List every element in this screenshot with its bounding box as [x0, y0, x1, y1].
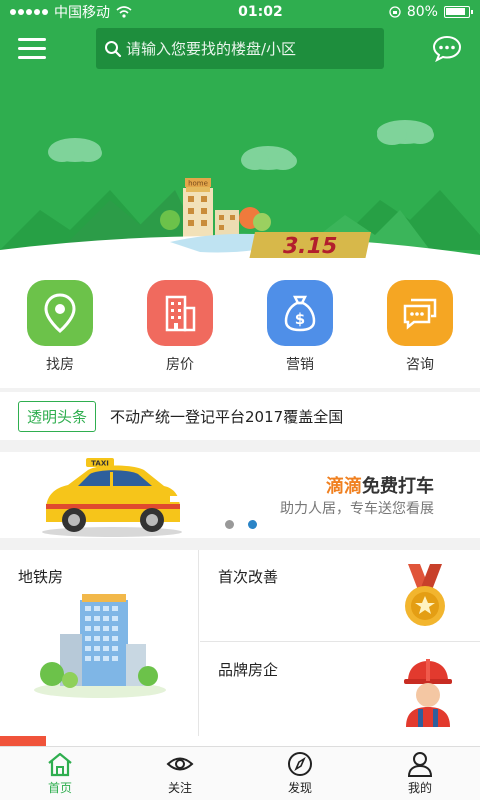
tab-home[interactable]: 首页 — [0, 747, 120, 800]
svg-text:$: $ — [295, 310, 305, 328]
location-pin-icon — [27, 280, 93, 346]
app-screen: home 3.15 中国移动 01:02 80% 请输入您要找的楼盘/小区 找房… — [0, 0, 480, 800]
tab-label: 我的 — [407, 781, 432, 795]
quick-link-label: 找房 — [46, 357, 74, 373]
bottom-tab-bar: 首页 关注 发现 我的 — [0, 746, 480, 800]
person-icon — [407, 752, 433, 777]
message-icon[interactable] — [432, 34, 462, 62]
quick-link-marketing[interactable]: $ 营销 — [240, 270, 360, 388]
worker-icon — [404, 659, 452, 727]
quick-links: 找房 房价 $ 营销 咨询 — [0, 270, 480, 388]
building-icon — [147, 280, 213, 346]
quick-link-label: 营销 — [286, 357, 314, 373]
clock: 01:02 — [238, 4, 283, 20]
quick-link-label: 房价 — [166, 357, 194, 373]
search-placeholder: 请输入您要找的楼盘/小区 — [126, 40, 297, 58]
headline-text: 不动产统一登记平台2017覆盖全国 — [110, 407, 344, 426]
battery-percent: 80% — [406, 4, 438, 20]
next-section-peek — [0, 736, 480, 746]
banner-subtitle: 助力人居，专车送您看展 — [280, 501, 434, 517]
pager-dot-active[interactable] — [248, 520, 257, 529]
money-bag-icon: $ — [267, 280, 333, 346]
home-icon — [48, 752, 72, 777]
status-bar: 中国移动 01:02 80% — [0, 0, 480, 24]
quick-link-house-price[interactable]: 房价 — [120, 270, 240, 388]
taxi-illustration: TAXI — [42, 458, 182, 537]
search-icon — [105, 40, 122, 57]
quick-link-label: 咨询 — [406, 357, 434, 373]
promo-315-text: 3.15 — [280, 233, 340, 259]
signal-icon — [10, 9, 48, 15]
news-headline[interactable]: 透明头条 不动产统一登记平台2017覆盖全国 — [0, 392, 480, 440]
tab-mine[interactable]: 我的 — [360, 747, 480, 800]
tab-discover[interactable]: 发现 — [240, 747, 360, 800]
quick-link-find-house[interactable]: 找房 — [0, 270, 120, 388]
eye-icon — [166, 757, 194, 771]
wifi-icon — [116, 6, 132, 18]
hero-illustration: home 3.15 — [0, 120, 480, 270]
home-sign: home — [188, 180, 208, 188]
taxi-sign: TAXI — [91, 460, 109, 468]
menu-icon[interactable] — [18, 38, 46, 60]
feature-brand-developer[interactable]: 品牌房企 — [200, 643, 480, 736]
carrier-name: 中国移动 — [54, 5, 110, 21]
battery-icon — [443, 6, 473, 18]
banner-title-highlight: 滴滴 — [326, 476, 362, 497]
building-illustration-icon — [34, 594, 166, 698]
feature-label: 地铁房 — [18, 568, 64, 586]
feature-grid: 地铁房 首次改善 品牌房企 — [0, 550, 480, 736]
rotation-lock-icon — [389, 6, 401, 18]
feature-first-improvement[interactable]: 首次改善 — [200, 550, 480, 642]
feature-label: 首次改善 — [218, 568, 279, 586]
tab-follow[interactable]: 关注 — [120, 747, 240, 800]
top-nav: 请输入您要找的楼盘/小区 — [0, 26, 480, 72]
medal-icon — [405, 564, 445, 626]
feature-metro-house[interactable]: 地铁房 — [0, 550, 199, 736]
compass-icon — [288, 752, 312, 776]
section-flag — [0, 736, 46, 746]
tab-label: 关注 — [167, 781, 192, 795]
tab-label: 发现 — [287, 781, 312, 795]
banner-title: 滴滴免费打车 — [326, 472, 434, 498]
quick-link-consult[interactable]: 咨询 — [360, 270, 480, 388]
search-input[interactable]: 请输入您要找的楼盘/小区 — [96, 28, 384, 69]
chat-bubbles-icon — [387, 280, 453, 346]
pager-dot[interactable] — [225, 520, 234, 529]
promo-banner[interactable]: TAXI 滴滴免费打车 助力人居，专车送您看展 — [0, 452, 480, 538]
feature-label: 品牌房企 — [218, 661, 279, 679]
headline-tag: 透明头条 — [18, 400, 97, 432]
tab-label: 首页 — [47, 781, 72, 795]
banner-pager — [225, 520, 257, 529]
banner-title-rest: 免费打车 — [362, 476, 434, 497]
